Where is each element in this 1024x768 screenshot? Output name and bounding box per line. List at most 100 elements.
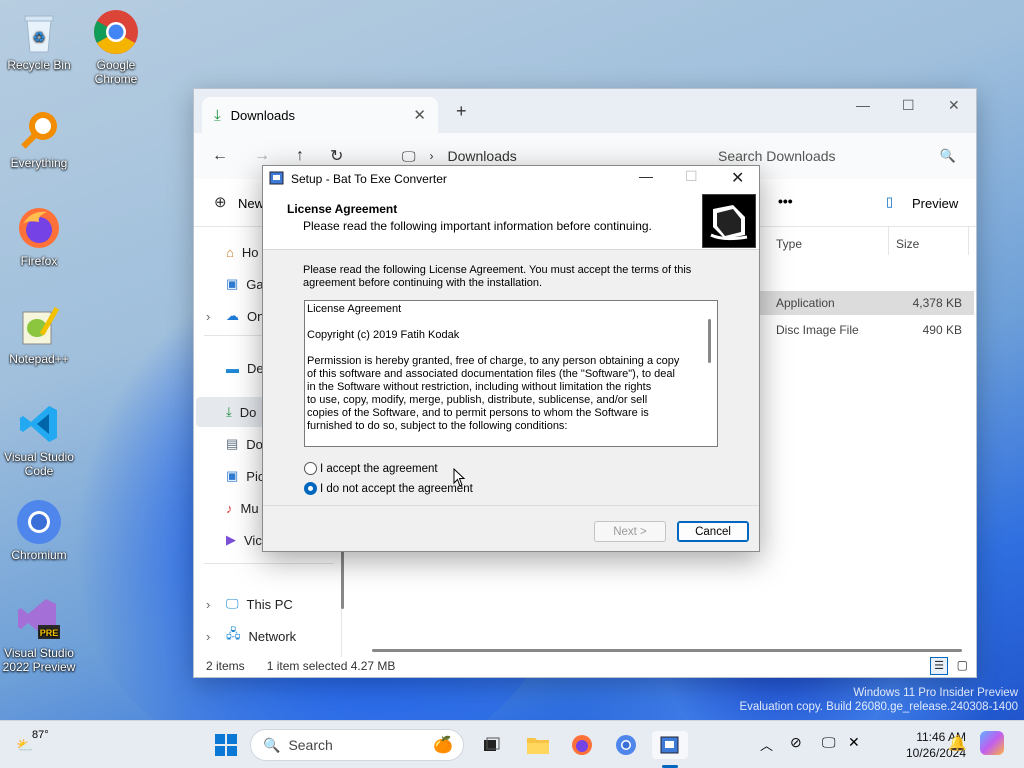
desktop-folder-icon: ▬ (226, 360, 239, 376)
sidebar-item-onedrive[interactable]: › ☁ On (206, 305, 264, 327)
more-options-button[interactable]: ••• (778, 193, 793, 209)
license-scrollbar[interactable] (708, 319, 711, 363)
explorer-tab-bar: ⤓ Downloads ✕ + — ☐ ✕ (194, 89, 976, 133)
column-divider (968, 227, 969, 255)
desktop-icon-chromium[interactable]: Chromium (1, 498, 77, 562)
sidebar-item-label: Ho (241, 244, 259, 260)
weather-icon: ⛅ (16, 737, 34, 753)
desktop-icon-recycle-bin[interactable]: ♻ Recycle Bin (1, 8, 77, 72)
dialog-title-bar: Setup - Bat To Exe Converter — ☐ ✕ (263, 166, 759, 192)
taskbar-search-box[interactable]: 🔍 Search 🍊 (250, 729, 464, 761)
sidebar-item-home[interactable]: ⌂ Ho (226, 241, 258, 263)
desktop-icon-firefox[interactable]: Firefox (1, 204, 77, 268)
desktop-icon-label: Chromium (11, 548, 67, 562)
desktop-icon-label: Recycle Bin (7, 58, 71, 72)
sidebar-item-videos[interactable]: ▶ Vic (226, 529, 262, 551)
home-icon: ⌂ (226, 244, 234, 260)
copilot-icon[interactable] (980, 731, 1004, 755)
search-icon: 🔍 (939, 148, 956, 163)
column-header-type[interactable]: Type (776, 237, 802, 251)
dialog-header: License Agreement Please read the follow… (263, 192, 759, 250)
search-highlight-icon: 🍊 (433, 737, 453, 754)
decline-radio-button[interactable] (304, 482, 317, 495)
file-size: 4,378 KB (912, 296, 962, 310)
desktop-icon-label: Firefox (20, 254, 58, 268)
dialog-minimize-button[interactable]: — (639, 168, 653, 184)
license-intro-text: Please read the following License Agreem… (303, 264, 692, 289)
dialog-maximize-button: ☐ (685, 168, 698, 184)
watermark-build: Evaluation copy. Build 26080.ge_release.… (739, 701, 1018, 713)
taskbar-setup[interactable] (652, 731, 688, 759)
desktop-icon-notepadpp[interactable]: Notepad++ (1, 302, 77, 366)
network-icon: 🖧 (226, 626, 241, 641)
desktop-icon-chrome[interactable]: Google Chrome (78, 8, 154, 86)
tab-downloads[interactable]: ⤓ Downloads ✕ (202, 97, 438, 133)
taskbar-file-explorer[interactable] (524, 731, 552, 759)
header-subtitle: Please read the following important info… (303, 219, 652, 233)
taskbar-firefox[interactable] (568, 731, 596, 759)
sidebar-item-network[interactable]: › 🖧 Network (206, 625, 296, 647)
license-text-box[interactable]: License Agreement Copyright (c) 2019 Fat… (304, 300, 718, 447)
file-size: 490 KB (922, 323, 962, 337)
show-hidden-icons-chevron-icon[interactable]: ︿ (760, 735, 773, 754)
firefox-icon (15, 204, 63, 252)
column-header-size[interactable]: Size (896, 237, 919, 251)
recycle-bin-icon: ♻ (15, 8, 63, 56)
svg-text:♻: ♻ (33, 29, 46, 45)
back-arrow-icon[interactable]: ← (212, 147, 228, 165)
chrome-icon (92, 8, 140, 56)
svg-text:PRE: PRE (40, 628, 59, 638)
new-button[interactable]: New (238, 196, 264, 211)
weather-widget[interactable]: ⛅ 87° (16, 729, 56, 759)
preview-button[interactable]: Preview (912, 196, 958, 211)
horizontal-scrollbar[interactable] (372, 649, 962, 652)
sidebar-item-desktop[interactable]: ▬ De (226, 357, 264, 379)
file-type: Disc Image File (776, 323, 859, 337)
up-arrow-icon[interactable]: ↑ (296, 147, 304, 165)
license-paragraph: License Agreement (307, 303, 402, 315)
accept-radio-label: I accept the agreement (320, 462, 438, 475)
accept-radio-option[interactable]: I accept the agreement (304, 462, 438, 475)
maximize-button[interactable]: ☐ (902, 97, 915, 114)
refresh-icon[interactable]: ↻ (330, 146, 343, 166)
pictures-icon: ▣ (226, 468, 239, 483)
desktop-icon-everything[interactable]: Everything (1, 106, 77, 170)
accept-radio-button[interactable] (304, 462, 317, 475)
task-view-button[interactable] (480, 731, 502, 759)
forward-arrow-icon[interactable]: → (254, 147, 270, 165)
sidebar-item-music[interactable]: ♪ Mu (226, 497, 259, 519)
everything-search-icon (15, 106, 63, 154)
cancel-button[interactable]: Cancel (677, 521, 749, 542)
close-window-button[interactable]: ✕ (948, 97, 960, 114)
download-arrow-icon: ⤓ (214, 106, 221, 124)
license-paragraph: Permission is hereby granted, free of ch… (307, 355, 680, 432)
new-tab-button[interactable]: + (456, 101, 467, 122)
sidebar-item-gallery[interactable]: ▣ Ga (226, 273, 264, 295)
details-view-button[interactable]: ☰ (930, 657, 948, 675)
desktop-icon-visual-studio[interactable]: PRE Visual Studio 2022 Preview (1, 596, 77, 674)
dialog-close-button[interactable]: ✕ (731, 168, 744, 188)
sidebar-divider (204, 563, 334, 564)
minimize-button[interactable]: — (856, 97, 870, 113)
decline-radio-option[interactable]: I do not accept the agreement (304, 482, 473, 495)
status-bar: 2 items 1 item selected 4.27 MB ☰ ▢ (194, 655, 976, 677)
taskbar-chromium[interactable] (612, 731, 640, 759)
setup-logo-icon (702, 194, 756, 248)
volume-tray-icon[interactable]: ✕ (848, 734, 860, 751)
start-button[interactable] (212, 731, 240, 759)
sidebar-item-downloads[interactable]: ⤓ Do (226, 401, 256, 423)
decline-radio-label: I do not accept the agreement (320, 482, 473, 495)
this-pc-icon: 🖵 (226, 596, 239, 611)
display-tray-icon[interactable]: 🖵 (822, 734, 836, 751)
setup-dialog: Setup - Bat To Exe Converter — ☐ ✕ Licen… (262, 165, 760, 552)
notification-bell-icon[interactable]: 🔔 (948, 734, 967, 752)
address-path: Downloads (447, 148, 517, 164)
sidebar-item-this-pc[interactable]: › 🖵 This PC (206, 593, 293, 615)
desktop-icon-vscode[interactable]: Visual Studio Code (1, 400, 77, 478)
sidebar-item-documents[interactable]: ▤ Do (226, 433, 263, 455)
close-tab-icon[interactable]: ✕ (413, 106, 426, 124)
network-tray-icon[interactable]: ⊘ (790, 734, 802, 751)
sidebar-item-pictures[interactable]: ▣ Pic (226, 465, 264, 487)
sidebar-item-label: Mu (240, 500, 259, 516)
tiles-view-button[interactable]: ▢ (957, 658, 968, 672)
